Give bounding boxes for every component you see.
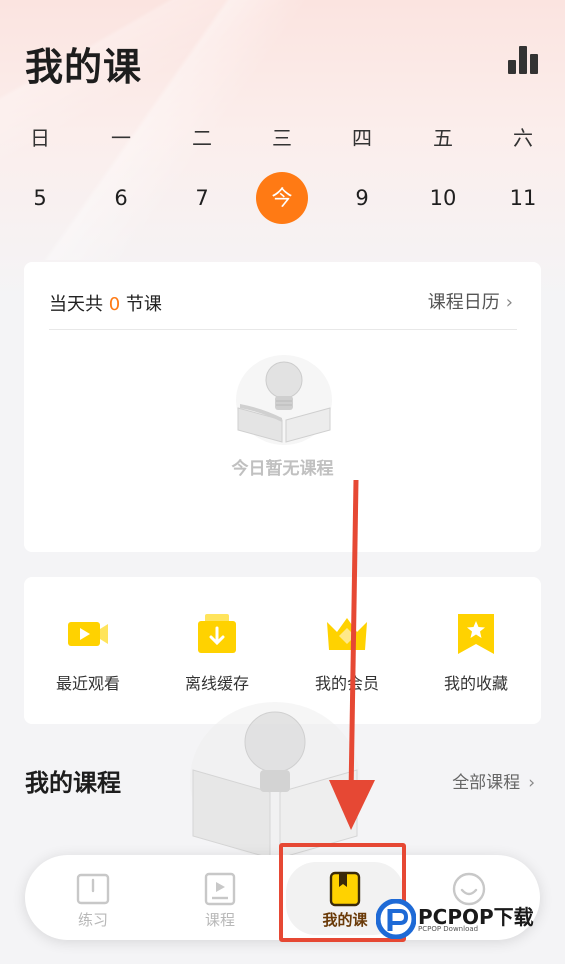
weekday-label: 日 <box>30 126 50 150</box>
tab-label: 练习 <box>77 911 108 929</box>
weekday-label: 六 <box>513 126 533 150</box>
date-cell[interactable]: 7 <box>176 172 228 224</box>
all-courses-link[interactable]: 全部课程 › <box>452 768 535 793</box>
course-calendar-link[interactable]: 课程日历 › <box>428 288 513 314</box>
all-courses-label: 全部课程 <box>452 773 521 793</box>
video-icon <box>68 622 108 646</box>
download-folder-icon <box>198 614 236 653</box>
quick-link-recent[interactable]: 最近观看 <box>33 612 143 694</box>
lesson-count-text: 当天共 0 节课 <box>49 290 162 316</box>
course-calendar-label: 课程日历 <box>427 292 500 313</box>
date-cell[interactable]: 5 <box>14 172 66 224</box>
page-title: 我的课 <box>25 45 143 89</box>
my-course-icon <box>329 871 361 907</box>
quick-link-label: 离线缓存 <box>184 674 249 693</box>
bar-chart-icon[interactable] <box>508 46 538 74</box>
date-cell-today[interactable]: 今 <box>256 172 308 224</box>
date-cell[interactable]: 6 <box>95 172 147 224</box>
chevron-right-icon: › <box>505 292 513 313</box>
watermark: PCPOP下载 PCPOP Download <box>376 897 556 939</box>
weekday-label: 四 <box>352 126 372 150</box>
quick-link-label: 最近观看 <box>55 674 120 693</box>
quick-link-favorites[interactable]: 我的收藏 <box>421 612 531 694</box>
date-cell[interactable]: 9 <box>336 172 388 224</box>
tab-label: 课程 <box>204 911 235 929</box>
my-courses-title: 我的课程 <box>25 769 121 797</box>
schedule-card: 当天共 0 节课 课程日历 › 今日暂无课程 <box>24 262 541 552</box>
tab-courses[interactable]: 课程 <box>165 855 275 940</box>
quick-link-offline[interactable]: 离线缓存 <box>162 612 272 694</box>
empty-lightbulb-book-icon <box>236 355 332 445</box>
tab-practice[interactable]: 练习 <box>38 855 148 940</box>
lesson-count: 0 <box>108 294 121 315</box>
weekday-label: 二 <box>192 126 212 150</box>
empty-state-text: 今日暂无课程 <box>231 459 334 479</box>
lesson-count-suffix: 节课 <box>125 294 162 315</box>
lesson-count-prefix: 当天共 <box>49 294 103 315</box>
red-arrow-annotation <box>329 480 375 830</box>
course-play-icon <box>204 872 236 906</box>
watermark-sub: PCPOP Download <box>418 925 479 933</box>
date-cell[interactable]: 11 <box>497 172 549 224</box>
weekday-label: 三 <box>272 126 292 150</box>
weekday-label: 五 <box>433 126 453 150</box>
tab-label: 我的课 <box>322 911 368 929</box>
divider <box>49 329 517 330</box>
date-cell[interactable]: 10 <box>417 172 469 224</box>
practice-book-icon <box>76 873 110 905</box>
bookmark-star-icon <box>458 614 494 654</box>
quick-link-label: 我的收藏 <box>443 674 508 693</box>
weekday-label: 一 <box>111 126 131 150</box>
chevron-right-icon: › <box>528 773 535 793</box>
